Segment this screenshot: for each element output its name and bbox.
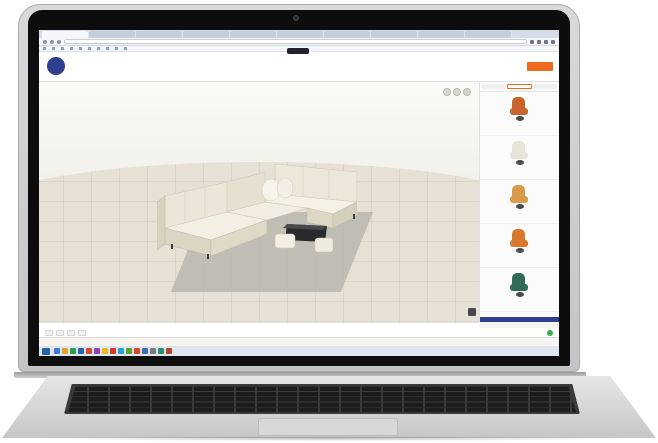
chair-seat [510, 240, 528, 247]
browser-tab[interactable] [371, 31, 417, 38]
toolbar-button[interactable] [45, 329, 53, 336]
taskbar-app-icon[interactable] [150, 348, 156, 354]
room-3d-viewport[interactable] [39, 82, 479, 322]
taskbar-app-icon[interactable] [78, 348, 84, 354]
browser-tab-bar [39, 30, 559, 38]
taskbar-app-icon[interactable] [134, 348, 140, 354]
sectional-sofa-model[interactable] [157, 154, 357, 264]
bookmark-item[interactable] [43, 47, 47, 51]
taskbar-app-icon[interactable] [70, 348, 76, 354]
webcam-icon [293, 15, 299, 21]
reload-icon[interactable] [57, 39, 61, 44]
product-panel [479, 82, 559, 322]
taskbar-app-icon[interactable] [86, 348, 92, 354]
browser-tab[interactable] [277, 31, 323, 38]
taskbar-app-icon[interactable] [166, 348, 172, 354]
browser-tab[interactable] [324, 31, 370, 38]
browser-tab[interactable] [465, 31, 511, 38]
chair-base [516, 116, 524, 121]
browser-tab[interactable] [230, 31, 276, 38]
os-taskbar [39, 346, 559, 356]
laptop-shadow [30, 436, 630, 441]
reset-view-icon[interactable] [453, 88, 461, 96]
bottom-toolbar [39, 328, 559, 338]
start-button-icon[interactable] [42, 347, 50, 355]
view-controls [443, 88, 471, 96]
panel-tab[interactable] [482, 84, 506, 89]
bookmark-item[interactable] [70, 47, 74, 51]
chair-base [516, 204, 524, 209]
chair-seat [510, 196, 528, 203]
product-card[interactable] [480, 224, 559, 268]
browser-tab[interactable] [136, 31, 182, 38]
chair-base [516, 292, 524, 297]
chair-thumbnail [510, 97, 530, 121]
toolbar-button[interactable] [56, 329, 64, 336]
cta-button[interactable] [527, 62, 553, 71]
chair-seat [510, 152, 528, 159]
zoom-out-icon[interactable] [443, 88, 451, 96]
taskbar-app-icon[interactable] [94, 348, 100, 354]
bookmark-item[interactable] [97, 47, 101, 51]
laptop-scene [0, 0, 658, 443]
status-indicator-icon [547, 330, 553, 336]
browser-tab[interactable] [183, 31, 229, 38]
taskbar-app-icon[interactable] [126, 348, 132, 354]
browser-tab[interactable] [89, 31, 135, 38]
extension-icon[interactable] [537, 39, 541, 44]
menu-icon[interactable] [551, 39, 555, 44]
bookmark-item[interactable] [88, 47, 92, 51]
panel-tab[interactable] [506, 84, 533, 89]
chair-base [516, 248, 524, 253]
bookmark-item[interactable] [115, 47, 119, 51]
forward-icon[interactable] [50, 39, 54, 44]
bookmark-item[interactable] [106, 47, 110, 51]
bookmark-item[interactable] [61, 47, 65, 51]
brand-logo[interactable] [47, 57, 65, 75]
site-header [39, 48, 559, 82]
laptop-screen [39, 30, 559, 356]
zoom-in-icon[interactable] [463, 88, 471, 96]
floating-toolbar-label[interactable] [287, 48, 309, 54]
toolbar-button[interactable] [67, 329, 75, 336]
browser-tab[interactable] [42, 31, 88, 38]
bookmark-item[interactable] [52, 47, 56, 51]
panel-tabs [480, 82, 559, 92]
chair-seat [510, 108, 528, 115]
taskbar-app-icon[interactable] [102, 348, 108, 354]
toolbar-button[interactable] [78, 329, 86, 336]
product-card[interactable] [480, 92, 559, 136]
extension-icon[interactable] [544, 39, 548, 44]
panel-scrollbar[interactable] [480, 317, 559, 322]
trackpad [258, 418, 398, 436]
fullscreen-icon[interactable] [468, 308, 476, 316]
chair-base [516, 160, 524, 165]
chair-thumbnail [510, 141, 530, 165]
product-card[interactable] [480, 268, 559, 312]
bookmark-item[interactable] [124, 47, 128, 51]
address-bar [39, 38, 559, 46]
product-card[interactable] [480, 136, 559, 180]
taskbar-app-icon[interactable] [110, 348, 116, 354]
chair-thumbnail [510, 273, 530, 297]
back-icon[interactable] [43, 39, 47, 44]
url-input[interactable] [64, 39, 527, 44]
taskbar-app-icon[interactable] [62, 348, 68, 354]
chair-thumbnail [510, 229, 530, 253]
taskbar-app-icon[interactable] [158, 348, 164, 354]
chair-thumbnail [510, 185, 530, 209]
product-card[interactable] [480, 180, 559, 224]
bookmark-item[interactable] [79, 47, 83, 51]
panel-tab[interactable] [533, 84, 558, 89]
extension-icon[interactable] [530, 39, 534, 44]
chair-seat [510, 284, 528, 291]
taskbar-app-icon[interactable] [54, 348, 60, 354]
taskbar-app-icon[interactable] [118, 348, 124, 354]
taskbar-app-icon[interactable] [142, 348, 148, 354]
keyboard-rows [68, 386, 576, 412]
browser-tab[interactable] [418, 31, 464, 38]
